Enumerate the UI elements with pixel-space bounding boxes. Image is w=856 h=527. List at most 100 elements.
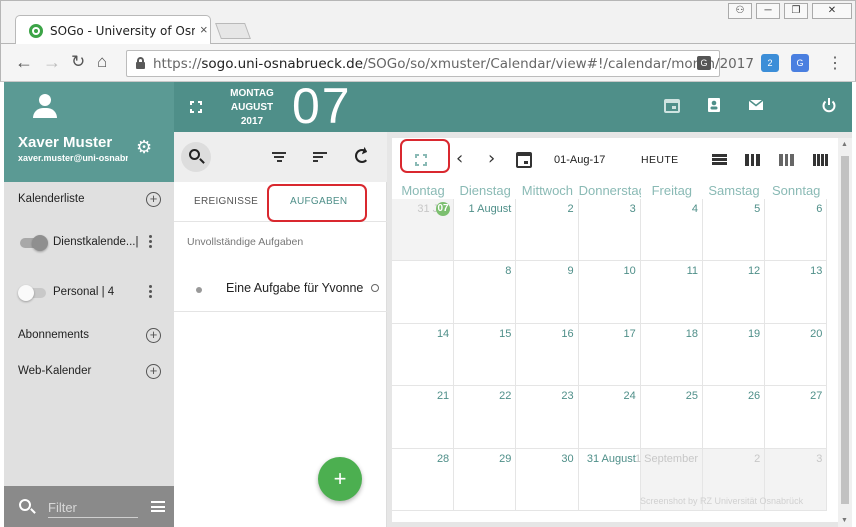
day-number: 20 (810, 327, 823, 340)
prev-month-icon[interactable]: ‹ (456, 148, 463, 169)
back-arrow-icon[interactable]: ← (15, 52, 33, 73)
day-cell[interactable]: 26 (703, 386, 766, 449)
maximize-button[interactable]: ❐ (784, 3, 808, 19)
list-view-icon[interactable] (151, 501, 165, 512)
multi-column-view-icon[interactable] (779, 154, 795, 166)
weekday-label: Montag (401, 183, 445, 198)
day-cell[interactable]: 11 (640, 261, 703, 324)
weekday-label: Samstag (708, 183, 760, 198)
more-options-icon[interactable] (149, 285, 153, 301)
add-subscription-icon[interactable]: + (146, 328, 161, 343)
add-calendar-icon[interactable]: + (146, 192, 161, 207)
month-grid: 31 Juli 1 August 2 3 4 5 6 8 9 10 11 12 13 14 15 16 17 18… (392, 199, 838, 511)
day-number: 1 August (468, 203, 512, 215)
header-month: AUGUST (230, 102, 274, 113)
user-email: xaver.muster@uni-osnabrueck.de (18, 153, 128, 163)
day-cell[interactable]: 28 (392, 448, 455, 511)
month-view-icon[interactable] (813, 154, 828, 166)
scroll-down-icon[interactable]: ▼ (841, 517, 848, 524)
day-cell[interactable]: 22 (454, 386, 517, 449)
day-cell[interactable]: 14 (392, 323, 455, 387)
close-window-button[interactable]: ✕ (812, 3, 852, 19)
day-cell[interactable]: 24 (578, 386, 641, 449)
day-cell[interactable]: 21 (392, 386, 455, 449)
day-cell[interactable]: 10 (578, 261, 641, 324)
day-cell[interactable]: 16 (516, 323, 579, 387)
day-cell[interactable]: 5 (703, 199, 766, 262)
gear-icon[interactable]: ⚙ (136, 138, 154, 156)
day-number: 23 (561, 390, 574, 403)
day-cell[interactable]: 29 (454, 448, 517, 511)
day-number: 9 (567, 265, 574, 278)
day-cell[interactable]: 23 (516, 386, 579, 449)
browser-tab[interactable]: SOGo - University of Osnab × (15, 15, 211, 45)
scrollbar[interactable]: ▲ ▼ (838, 138, 852, 527)
day-cell[interactable]: 25 (640, 386, 703, 449)
sort-icon[interactable] (272, 152, 286, 162)
calendar-toggle[interactable] (18, 285, 46, 301)
day-number: 25 (685, 390, 698, 403)
week-view-icon[interactable] (745, 154, 761, 166)
calendar-item[interactable]: Personal | 4 (4, 278, 174, 308)
google-translate-icon[interactable]: G (791, 54, 809, 72)
day-cell[interactable]: 2 (516, 199, 579, 262)
next-month-icon[interactable]: › (488, 148, 495, 169)
day-cell[interactable]: 12 (703, 261, 766, 324)
more-options-icon[interactable] (149, 235, 153, 251)
search-button[interactable] (181, 142, 211, 172)
header-weekday: MONTAG (230, 88, 274, 99)
filter-input[interactable] (48, 498, 138, 518)
today-button[interactable]: HEUTE (641, 154, 679, 166)
task-item[interactable]: Eine Aufgabe für Yvonne (174, 270, 387, 312)
translate-page-icon[interactable]: G (697, 56, 711, 70)
day-cell[interactable]: 18 (640, 323, 703, 387)
day-cell[interactable]: 1 August (454, 199, 517, 262)
refresh-icon[interactable] (355, 149, 369, 163)
day-cell[interactable]: 20 (765, 323, 828, 387)
fullscreen-icon[interactable] (190, 101, 202, 113)
tab-close-icon[interactable]: × (200, 22, 208, 37)
day-cell[interactable]: 31 August (578, 448, 641, 511)
day-number: 2 (754, 452, 761, 465)
date-picker-icon[interactable] (516, 152, 532, 168)
calendar-sidebar: Kalenderliste + Dienstkalende...| Person… (4, 182, 174, 486)
current-date[interactable]: 01-Aug-17 (554, 154, 605, 166)
day-cell[interactable]: 17 (578, 323, 641, 387)
day-number: 31 August (586, 452, 636, 465)
calendar-item[interactable]: Dienstkalende...| (4, 228, 174, 258)
new-tab-button[interactable] (215, 23, 251, 39)
extension-badge-icon[interactable]: 2 (761, 54, 779, 72)
calendar-toggle[interactable] (20, 235, 48, 251)
day-cell[interactable]: 4 (640, 199, 703, 262)
day-cell[interactable]: 27 (765, 386, 828, 449)
day-cell[interactable]: 3 (578, 199, 641, 262)
day-cell[interactable]: 30 (516, 448, 579, 511)
day-cell[interactable]: 8 (454, 261, 517, 324)
calendar-app-icon[interactable] (664, 97, 680, 113)
sort-order-icon[interactable] (313, 152, 327, 162)
scroll-up-icon[interactable]: ▲ (841, 141, 848, 148)
tab-events[interactable]: EREIGNISSE (194, 196, 258, 207)
day-number: 5 (754, 203, 761, 215)
minimize-button[interactable]: ─ (756, 3, 780, 19)
day-cell[interactable]: 6 (765, 199, 828, 262)
reload-icon[interactable]: ↻ (71, 52, 85, 72)
contacts-icon[interactable] (706, 97, 722, 113)
user-profile-button[interactable]: ⚇ (728, 3, 752, 19)
url-bar[interactable]: https://sogo.uni-osnabrueck.de/SOGo/so/x… (126, 50, 754, 77)
home-icon[interactable]: ⌂ (97, 52, 107, 72)
day-cell[interactable]: 15 (454, 323, 517, 387)
power-icon[interactable] (821, 97, 837, 113)
day-cell[interactable]: 13 (765, 261, 828, 324)
scroll-thumb[interactable] (841, 156, 849, 504)
task-toolbar (174, 132, 387, 182)
mail-icon[interactable] (748, 97, 764, 113)
add-webcal-icon[interactable]: + (146, 364, 161, 379)
day-view-icon[interactable] (712, 154, 727, 166)
day-cell[interactable] (392, 261, 455, 324)
day-cell[interactable]: 9 (516, 261, 579, 324)
day-cell[interactable]: 19 (703, 323, 766, 387)
forward-arrow-icon[interactable]: → (43, 52, 61, 73)
browser-menu-icon[interactable]: ⋮ (827, 53, 843, 73)
add-task-button[interactable]: + (318, 457, 362, 501)
